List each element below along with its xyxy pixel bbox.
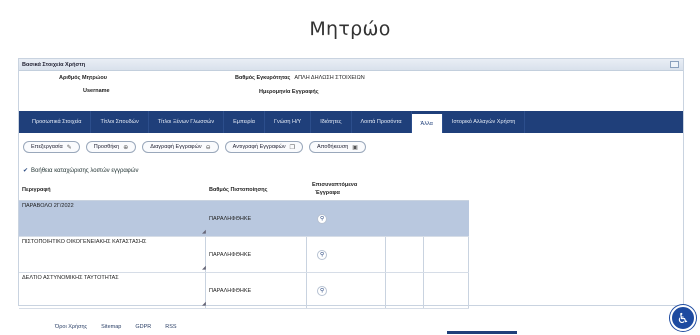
table-row[interactable]: ΠΙΣΤΟΠΟΙΗΤΙΚΟ ΟΙΚΟΓΕΝΕΙΑΚΗΣ ΚΑΤΑΣΤΑΣΗΣ ◢… xyxy=(19,237,469,273)
help-link[interactable]: ✔ Βοήθεια καταχώρισης λοιπών εγγραφών xyxy=(23,167,139,175)
field-label: Ημερομηνία Εγγραφής xyxy=(259,89,319,95)
row-description: ΠΙΣΤΟΠΟΙΗΤΙΚΟ ΟΙΚΟΓΕΝΕΙΑΚΗΣ ΚΑΤΑΣΤΑΣΗΣ xyxy=(22,239,147,245)
footer-links: Όροι Χρήσης Sitemap GDPR RSS xyxy=(55,324,177,330)
page: Μητρώο Βασικά Στοιχεία Χρήστη Αριθμός Μη… xyxy=(0,0,700,335)
row-description: ΠΑΡΑΒΟΛΟ 2Γ/2022 xyxy=(22,203,74,209)
tab-other[interactable]: Άλλα xyxy=(411,114,443,133)
field-validity: Βαθμός Εγκυρότητας ΑΠΛΗ ΔΗΛΩΣΗ ΣΤΟΙΧΕΙΩΝ xyxy=(235,75,365,81)
action-toolbar: Επεξεργασία ✎ Προσθήκη ⊕ Διαγραφή Εγγραφ… xyxy=(23,141,366,153)
pencil-icon: ✎ xyxy=(66,144,72,151)
field-value: ΑΠΛΗ ΔΗΛΩΣΗ ΣΤΟΙΧΕΙΩΝ xyxy=(294,75,365,81)
edit-button[interactable]: Επεξεργασία ✎ xyxy=(23,141,80,153)
row-status: ΠΑΡΑΛΗΦΘΗΚΕ xyxy=(209,288,252,294)
column-header-attached-line1[interactable]: Επισυναπτόμενα xyxy=(312,182,357,188)
tab-personal[interactable]: Προσωπικά Στοιχεία xyxy=(23,111,92,133)
footer-link-sitemap[interactable]: Sitemap xyxy=(101,324,121,330)
panel-header: Βασικά Στοιχεία Χρήστη xyxy=(19,59,683,71)
check-icon: ✔ xyxy=(23,168,29,174)
resize-handle-icon[interactable]: ◢ xyxy=(202,229,206,235)
field-label: Βαθμός Εγκυρότητας xyxy=(235,75,291,81)
add-button[interactable]: Προσθήκη ⊕ xyxy=(85,141,137,153)
user-panel: Βασικά Στοιχεία Χρήστη Αριθμός Μητρώου U… xyxy=(18,58,684,309)
delete-button-label: Διαγραφή Εγγραφών xyxy=(150,144,202,150)
field-registration-date: Ημερομηνία Εγγραφής xyxy=(259,89,323,95)
edit-button-label: Επεξεργασία xyxy=(31,144,63,150)
field-username: Username xyxy=(83,88,114,94)
grid-body: ΠΑΡΑΒΟΛΟ 2Γ/2022 ◢ ΠΑΡΑΛΗΦΘΗΚΕ ⚲ ΠΙΣΤΟΠΟ… xyxy=(19,200,469,309)
tab-computer-skills[interactable]: Γνώση Η/Υ xyxy=(265,111,312,133)
magnifier-icon[interactable]: ⚲ xyxy=(317,214,327,224)
copy-icon: ❐ xyxy=(289,144,296,151)
tab-history[interactable]: Ιστορικό Αλλαγών Χρήστη xyxy=(443,111,526,133)
footer-link-terms[interactable]: Όροι Χρήσης xyxy=(55,324,87,330)
field-label: Αριθμός Μητρώου xyxy=(59,75,107,81)
copy-records-button[interactable]: Αντιγραφή Εγγραφών ❐ xyxy=(224,141,304,153)
add-button-label: Προσθήκη xyxy=(93,144,120,150)
page-title: Μητρώο xyxy=(309,18,391,40)
tab-other-qualifications[interactable]: Λοιπά Προσόντα xyxy=(352,111,412,133)
magnifier-icon[interactable]: ⚲ xyxy=(317,286,327,296)
panel-header-title: Βασικά Στοιχεία Χρήστη xyxy=(22,62,86,68)
magnifier-icon[interactable]: ⚲ xyxy=(317,250,327,260)
column-header-attached-line2[interactable]: Έγγραφα xyxy=(315,190,340,196)
table-row[interactable]: ΔΕΛΤΙΟ ΑΣΤΥΝΟΜΙΚΗΣ ΤΑΥΤΟΤΗΤΑΣ ◢ ΠΑΡΑΛΗΦΘ… xyxy=(19,273,469,309)
tab-experience[interactable]: Εμπειρία xyxy=(224,111,265,133)
field-label: Username xyxy=(83,88,110,94)
help-label: Βοήθεια καταχώρισης λοιπών εγγραφών xyxy=(31,167,139,174)
row-status: ΠΑΡΑΛΗΦΘΗΚΕ xyxy=(209,252,252,258)
save-button[interactable]: Αποθήκευση ▣ xyxy=(309,141,366,153)
tab-languages[interactable]: Τίτλοι Ξένων Γλωσσών xyxy=(149,111,225,133)
column-header-certification[interactable]: Βαθμός Πιστοποίησης xyxy=(209,187,268,193)
footer-brand-bar xyxy=(447,331,517,334)
footer-link-rss[interactable]: RSS xyxy=(165,324,176,330)
row-status: ΠΑΡΑΛΗΦΘΗΚΕ xyxy=(209,216,252,222)
footer-link-gdpr[interactable]: GDPR xyxy=(135,324,151,330)
tab-bar: Προσωπικά Στοιχεία Τίτλοι Σπουδών Τίτλοι… xyxy=(19,111,683,133)
tab-properties[interactable]: Ιδιότητες xyxy=(311,111,352,133)
resize-handle-icon[interactable]: ◢ xyxy=(202,265,206,271)
minus-circle-icon: ⊖ xyxy=(205,144,211,151)
plus-circle-icon: ⊕ xyxy=(123,144,129,151)
accessibility-icon[interactable]: ♿ xyxy=(670,305,696,331)
row-description: ΔΕΛΤΙΟ ΑΣΤΥΝΟΜΙΚΗΣ ΤΑΥΤΟΤΗΤΑΣ xyxy=(22,275,119,281)
collapse-icon[interactable] xyxy=(670,61,679,68)
copy-button-label: Αντιγραφή Εγγραφών xyxy=(232,144,286,150)
floppy-disk-icon: ▣ xyxy=(352,144,358,151)
delete-records-button[interactable]: Διαγραφή Εγγραφών ⊖ xyxy=(142,141,219,153)
resize-handle-icon[interactable]: ◢ xyxy=(202,301,206,307)
save-button-label: Αποθήκευση xyxy=(317,144,349,150)
field-registry-number: Αριθμός Μητρώου xyxy=(59,75,111,81)
table-row[interactable]: ΠΑΡΑΒΟΛΟ 2Γ/2022 ◢ ΠΑΡΑΛΗΦΘΗΚΕ ⚲ xyxy=(19,201,469,237)
tab-degrees[interactable]: Τίτλοι Σπουδών xyxy=(91,111,149,133)
column-header-description[interactable]: Περιγραφή xyxy=(22,187,51,193)
